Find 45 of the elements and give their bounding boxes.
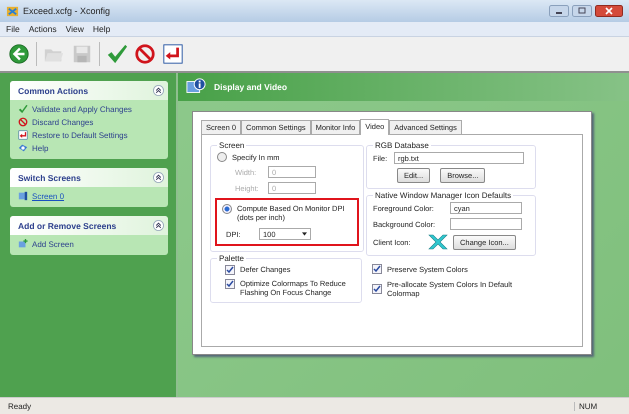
- menu-item[interactable]: View: [66, 24, 84, 34]
- checkbox[interactable]: [372, 284, 382, 294]
- minimize-icon[interactable]: [549, 5, 569, 17]
- back-icon[interactable]: [8, 43, 30, 65]
- panel-title: Add or Remove Screens: [18, 220, 116, 230]
- monitor-icon: [18, 191, 28, 201]
- checkmark-icon: [18, 104, 28, 114]
- prohibited-icon[interactable]: [134, 43, 156, 65]
- window-title: Exceed.xcfg - Xconfig: [23, 6, 110, 16]
- group-title: RGB Database: [374, 141, 430, 150]
- task-link[interactable]: Validate and Apply Changes: [32, 104, 132, 114]
- num-lock-indicator: NUM: [574, 402, 629, 410]
- screen-link[interactable]: Screen 0: [32, 192, 64, 200]
- collapse-icon[interactable]: [153, 172, 164, 183]
- menu-item[interactable]: Help: [92, 24, 110, 34]
- checkbox[interactable]: [225, 279, 235, 289]
- help-icon: [18, 143, 28, 153]
- group-title: Screen: [218, 141, 246, 150]
- radio-button[interactable]: [217, 152, 227, 162]
- checkbox[interactable]: [225, 265, 235, 275]
- panel-title: Common Actions: [18, 86, 88, 96]
- checkbox[interactable]: [372, 264, 382, 274]
- collapse-icon[interactable]: [153, 85, 164, 96]
- monitor-add-icon: [18, 239, 28, 249]
- menu-item[interactable]: File: [6, 24, 20, 34]
- prohibited-icon: [18, 117, 28, 127]
- maximize-icon[interactable]: [572, 5, 592, 17]
- menu-item[interactable]: Actions: [28, 24, 57, 34]
- task-link[interactable]: Help: [32, 144, 48, 152]
- app-icon: [6, 4, 19, 18]
- collapse-icon[interactable]: [153, 220, 164, 231]
- task-link[interactable]: Discard Changes: [32, 118, 94, 126]
- close-icon[interactable]: [595, 5, 623, 17]
- group-title: Native Window Manager Icon Defaults: [374, 191, 512, 200]
- checkmark-icon[interactable]: [106, 43, 128, 65]
- task-link[interactable]: Add Screen: [32, 240, 74, 248]
- x-icon: [428, 234, 448, 250]
- status-text: Ready: [8, 402, 32, 410]
- dropdown-arrow-icon: [302, 232, 307, 236]
- group-title: Palette: [218, 254, 245, 263]
- task-link[interactable]: Restore to Default Settings: [32, 130, 128, 140]
- input-field[interactable]: [450, 218, 522, 230]
- radio-button[interactable]: [222, 204, 232, 214]
- section-title: Display and Video: [214, 82, 288, 92]
- panel-title: Switch Screens: [18, 172, 81, 182]
